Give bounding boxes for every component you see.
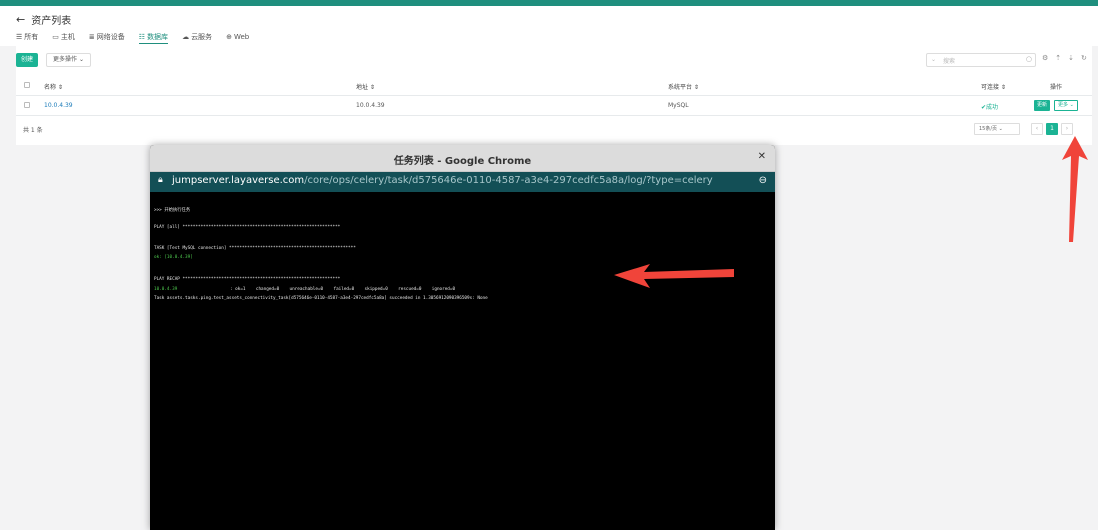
network-icon: ≣ — [88, 33, 95, 41]
log-line: PLAY [all] *****************************… — [154, 225, 341, 230]
zoom-icon[interactable]: ⊖ — [759, 175, 767, 186]
chevron-down-icon: ⌄ — [1069, 102, 1074, 108]
url-path: /core/ops/celery/task/d575646e-0110-4587… — [304, 175, 713, 186]
annotation-arrow-left — [614, 264, 734, 288]
chevron-down-icon: ⌄ — [78, 56, 84, 63]
log-line: >>> 开始执行任务 — [154, 208, 191, 213]
tab-network-device[interactable]: ≣ 网络设备 — [89, 30, 125, 44]
more-actions-label: 更多操作 — [53, 56, 78, 63]
popup-titlebar: 任务列表 - Google Chrome ✕ — [150, 145, 775, 172]
tab-host[interactable]: ▭ 主机 — [52, 30, 75, 44]
upload-icon[interactable]: ⇡ — [1055, 54, 1061, 62]
tab-label: 主机 — [60, 33, 75, 41]
log-line: PLAY RECAP *****************************… — [154, 277, 341, 282]
page-header: ← 资产列表 ☰ 所有 ▭ 主机 ≣ 网络设备 ☷ 数据库 ☁ 云服务 ⊕ Web — [0, 6, 1098, 46]
refresh-icon[interactable]: ↻ — [1081, 54, 1087, 62]
task-log-terminal: >>> 开始执行任务 PLAY [all] ******************… — [150, 192, 775, 530]
column-header-connectivity[interactable]: 可连接 ⇕ — [981, 82, 1006, 91]
task-log-popup: 任务列表 - Google Chrome ✕ 🔒︎ jumpserver.lay… — [150, 145, 775, 530]
lock-icon: 🔒︎ — [158, 175, 163, 185]
search-placeholder: 搜索 — [943, 58, 956, 65]
asset-address: 10.0.4.39 — [356, 102, 385, 109]
tab-label: 网络设备 — [96, 33, 125, 41]
column-label: 系统平台 — [668, 84, 693, 91]
page-size-select[interactable]: 15条/页 ⌄ — [974, 123, 1020, 135]
tab-label: 所有 — [24, 33, 39, 41]
tab-label: Web — [233, 33, 250, 41]
row-more-button[interactable]: 更多 ⌄ — [1054, 100, 1078, 111]
column-label: 名称 — [44, 84, 57, 91]
tab-label: 数据库 — [147, 32, 169, 41]
tab-database[interactable]: ☷ 数据库 — [138, 30, 169, 44]
page-number[interactable]: 1 — [1046, 123, 1058, 135]
tab-all[interactable]: ☰ 所有 — [16, 30, 38, 44]
total-count: 共 1 条 — [23, 127, 43, 134]
url-host: jumpserver.layaverse.com — [172, 175, 305, 186]
popup-url[interactable]: jumpserver.layaverse.com/core/ops/celery… — [172, 175, 713, 186]
log-host: 10.0.4.39 — [154, 287, 178, 292]
search-input[interactable]: ⌄ 搜索 ○ — [926, 53, 1036, 67]
update-button[interactable]: 更新 — [1034, 100, 1051, 111]
asset-type-tabs: ☰ 所有 ▭ 主机 ≣ 网络设备 ☷ 数据库 ☁ 云服务 ⊕ Web — [16, 30, 249, 44]
back-link[interactable]: ← 资产列表 — [16, 12, 71, 27]
settings-icon[interactable]: ⚙ — [1042, 54, 1048, 62]
log-line: Task assets.tasks.ping.test_assets_conne… — [154, 296, 488, 301]
select-all-checkbox[interactable] — [24, 82, 30, 88]
table-header: 名称 ⇕ 地址 ⇕ 系统平台 ⇕ 可连接 ⇕ 操作 — [16, 76, 1092, 96]
page-title: 资产列表 — [31, 16, 72, 27]
connectivity-label: 成功 — [986, 104, 999, 111]
cloud-icon: ☁ — [182, 33, 190, 41]
row-checkbox[interactable] — [24, 102, 30, 108]
annotation-arrow-up — [1062, 136, 1088, 242]
list-icon: ☰ — [16, 33, 23, 41]
page-size-label: 15条/页 — [979, 126, 998, 132]
database-icon: ☷ — [138, 32, 146, 41]
column-label: 地址 — [356, 84, 369, 91]
column-header-platform[interactable]: 系统平台 ⇕ — [668, 82, 699, 91]
chevron-down-icon: ⌄ — [931, 56, 937, 63]
row-more-label: 更多 — [1058, 102, 1069, 108]
asset-platform: MySQL — [668, 102, 689, 109]
log-line: ok: [10.0.4.39] — [154, 255, 193, 260]
table-row: 10.0.4.39 10.0.4.39 MySQL ✔成功 更新 更多 ⌄ — [16, 96, 1092, 116]
popup-url-bar: 🔒︎ jumpserver.layaverse.com/core/ops/cel… — [150, 172, 775, 192]
download-icon[interactable]: ⇣ — [1068, 54, 1074, 62]
tab-cloud[interactable]: ☁ 云服务 — [182, 30, 212, 44]
left-arrow-icon: ← — [16, 13, 26, 26]
search-icon: ○ — [1025, 55, 1032, 63]
column-header-actions: 操作 — [1050, 84, 1063, 91]
arrow-shape — [614, 264, 734, 288]
monitor-icon: ▭ — [52, 33, 59, 41]
column-header-name[interactable]: 名称 ⇕ — [44, 82, 63, 91]
column-label: 可连接 — [981, 84, 1000, 91]
asset-name-link[interactable]: 10.0.4.39 — [44, 102, 73, 109]
tab-web[interactable]: ⊕ Web — [226, 30, 249, 44]
globe-icon: ⊕ — [226, 33, 232, 41]
more-actions-button[interactable]: 更多操作 ⌄ — [46, 53, 91, 67]
create-button[interactable]: 创建 — [16, 53, 39, 67]
column-header-address[interactable]: 地址 ⇕ — [356, 82, 375, 91]
connectivity-status: ✔成功 — [981, 102, 998, 111]
close-icon[interactable]: ✕ — [758, 151, 766, 162]
table-tools: ⚙ ⇡ ⇣ ↻ — [1042, 54, 1087, 62]
arrow-shape — [1062, 136, 1088, 242]
popup-title: 任务列表 - Google Chrome — [393, 156, 532, 167]
tab-label: 云服务 — [191, 33, 213, 41]
log-line: TASK [Test MySQL connection] ***********… — [154, 246, 356, 251]
log-recap-stats: : ok=1 changed=0 unreachable=0 failed=0 … — [230, 287, 456, 292]
asset-list-card: 创建 更多操作 ⌄ ⌄ 搜索 ○ ⚙ ⇡ ⇣ ↻ 名称 ⇕ 地址 ⇕ 系统平台 … — [16, 46, 1092, 145]
prev-page-button[interactable]: ‹ — [1031, 123, 1043, 135]
